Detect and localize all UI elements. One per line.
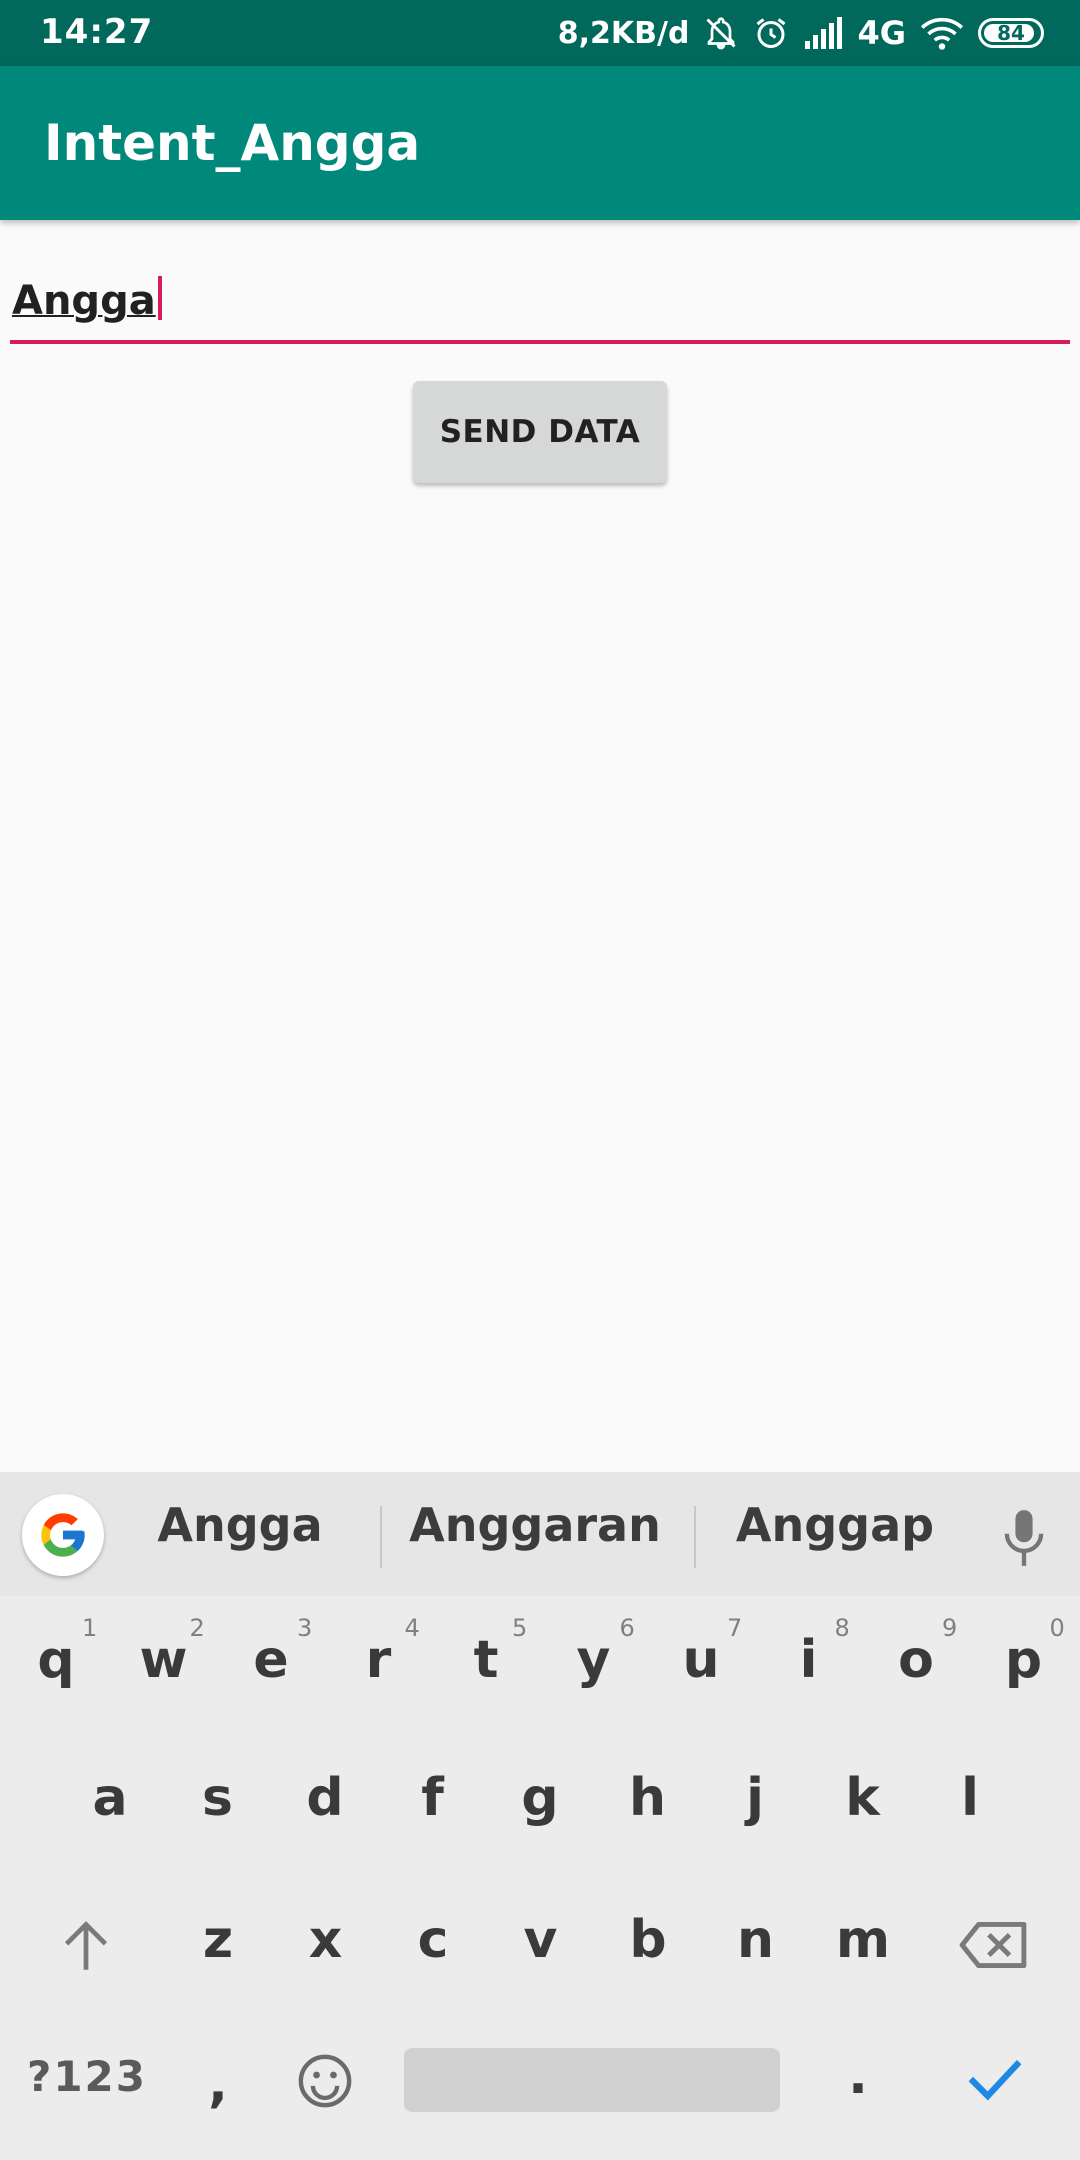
key-hint: 4 — [404, 1614, 420, 1642]
send-data-button[interactable]: SEND DATA — [413, 381, 667, 483]
text-cursor — [157, 276, 162, 320]
key-hint: 7 — [727, 1614, 743, 1642]
key-f[interactable]: f — [393, 1768, 473, 1828]
suggestion-2[interactable]: Anggaran — [390, 1498, 680, 1552]
status-time: 14:27 — [40, 12, 154, 52]
main-content: Angga SEND DATA — [0, 220, 1080, 1472]
key-s[interactable]: s — [178, 1768, 258, 1828]
space-bar[interactable] — [404, 2048, 780, 2112]
wifi-icon — [920, 17, 964, 50]
key-hint: 5 — [512, 1614, 528, 1642]
key-b[interactable]: b — [608, 1910, 688, 1970]
emoji-icon[interactable] — [296, 2052, 354, 2110]
key-a[interactable]: a — [70, 1768, 150, 1828]
key-n[interactable]: n — [716, 1910, 796, 1970]
checkmark-icon[interactable] — [966, 2054, 1024, 2104]
suggestion-divider — [694, 1506, 696, 1568]
symbols-key[interactable]: ?123 — [22, 2052, 152, 2101]
bell-off-icon — [706, 17, 737, 50]
key-v[interactable]: v — [501, 1910, 581, 1970]
period-key[interactable]: . — [838, 2046, 878, 2106]
key-d[interactable]: d — [285, 1768, 365, 1828]
key-l[interactable]: l — [930, 1768, 1010, 1828]
key-g[interactable]: g — [500, 1768, 580, 1828]
key-z[interactable]: z — [178, 1910, 258, 1970]
suggestion-divider — [380, 1506, 382, 1568]
battery-level: 84 — [997, 21, 1025, 45]
key-hint: 9 — [942, 1614, 958, 1642]
suggestion-3[interactable]: Anggap — [700, 1498, 970, 1552]
input-value: Angga — [12, 276, 162, 324]
shift-icon[interactable] — [60, 1918, 112, 1974]
suggestion-bar: Angga Anggaran Anggap — [0, 1472, 1080, 1596]
key-m[interactable]: m — [823, 1910, 903, 1970]
key-hint: 0 — [1049, 1614, 1065, 1642]
key-hint: 3 — [297, 1614, 313, 1642]
app-title: Intent_Angga — [44, 114, 421, 172]
key-k[interactable]: k — [823, 1768, 903, 1828]
name-input[interactable]: Angga — [10, 266, 1070, 344]
key-c[interactable]: c — [393, 1910, 473, 1970]
status-bar: 14:27 8,2KB/d 4G 84 — [0, 0, 1080, 66]
comma-key[interactable]: , — [198, 2054, 238, 2114]
alarm-icon — [757, 18, 786, 48]
key-hint: 6 — [619, 1614, 635, 1642]
google-icon[interactable] — [22, 1494, 104, 1576]
key-x[interactable]: x — [286, 1910, 366, 1970]
network-speed: 8,2KB/d — [557, 15, 690, 51]
key-hint: 8 — [834, 1614, 850, 1642]
app-bar: Intent_Angga — [0, 66, 1080, 220]
mic-icon[interactable] — [998, 1508, 1050, 1568]
key-j[interactable]: j — [715, 1768, 795, 1828]
signal-icon — [805, 17, 843, 49]
key-hint: 1 — [82, 1614, 98, 1642]
key-hint: 2 — [189, 1614, 205, 1642]
battery-icon: 84 — [978, 18, 1044, 48]
status-icons: 8,2KB/d 4G 84 — [558, 10, 1044, 56]
suggestion-1[interactable]: Angga — [120, 1498, 360, 1552]
key-h[interactable]: h — [608, 1768, 688, 1828]
network-type: 4G — [857, 14, 906, 52]
backspace-icon[interactable] — [958, 1920, 1028, 1970]
